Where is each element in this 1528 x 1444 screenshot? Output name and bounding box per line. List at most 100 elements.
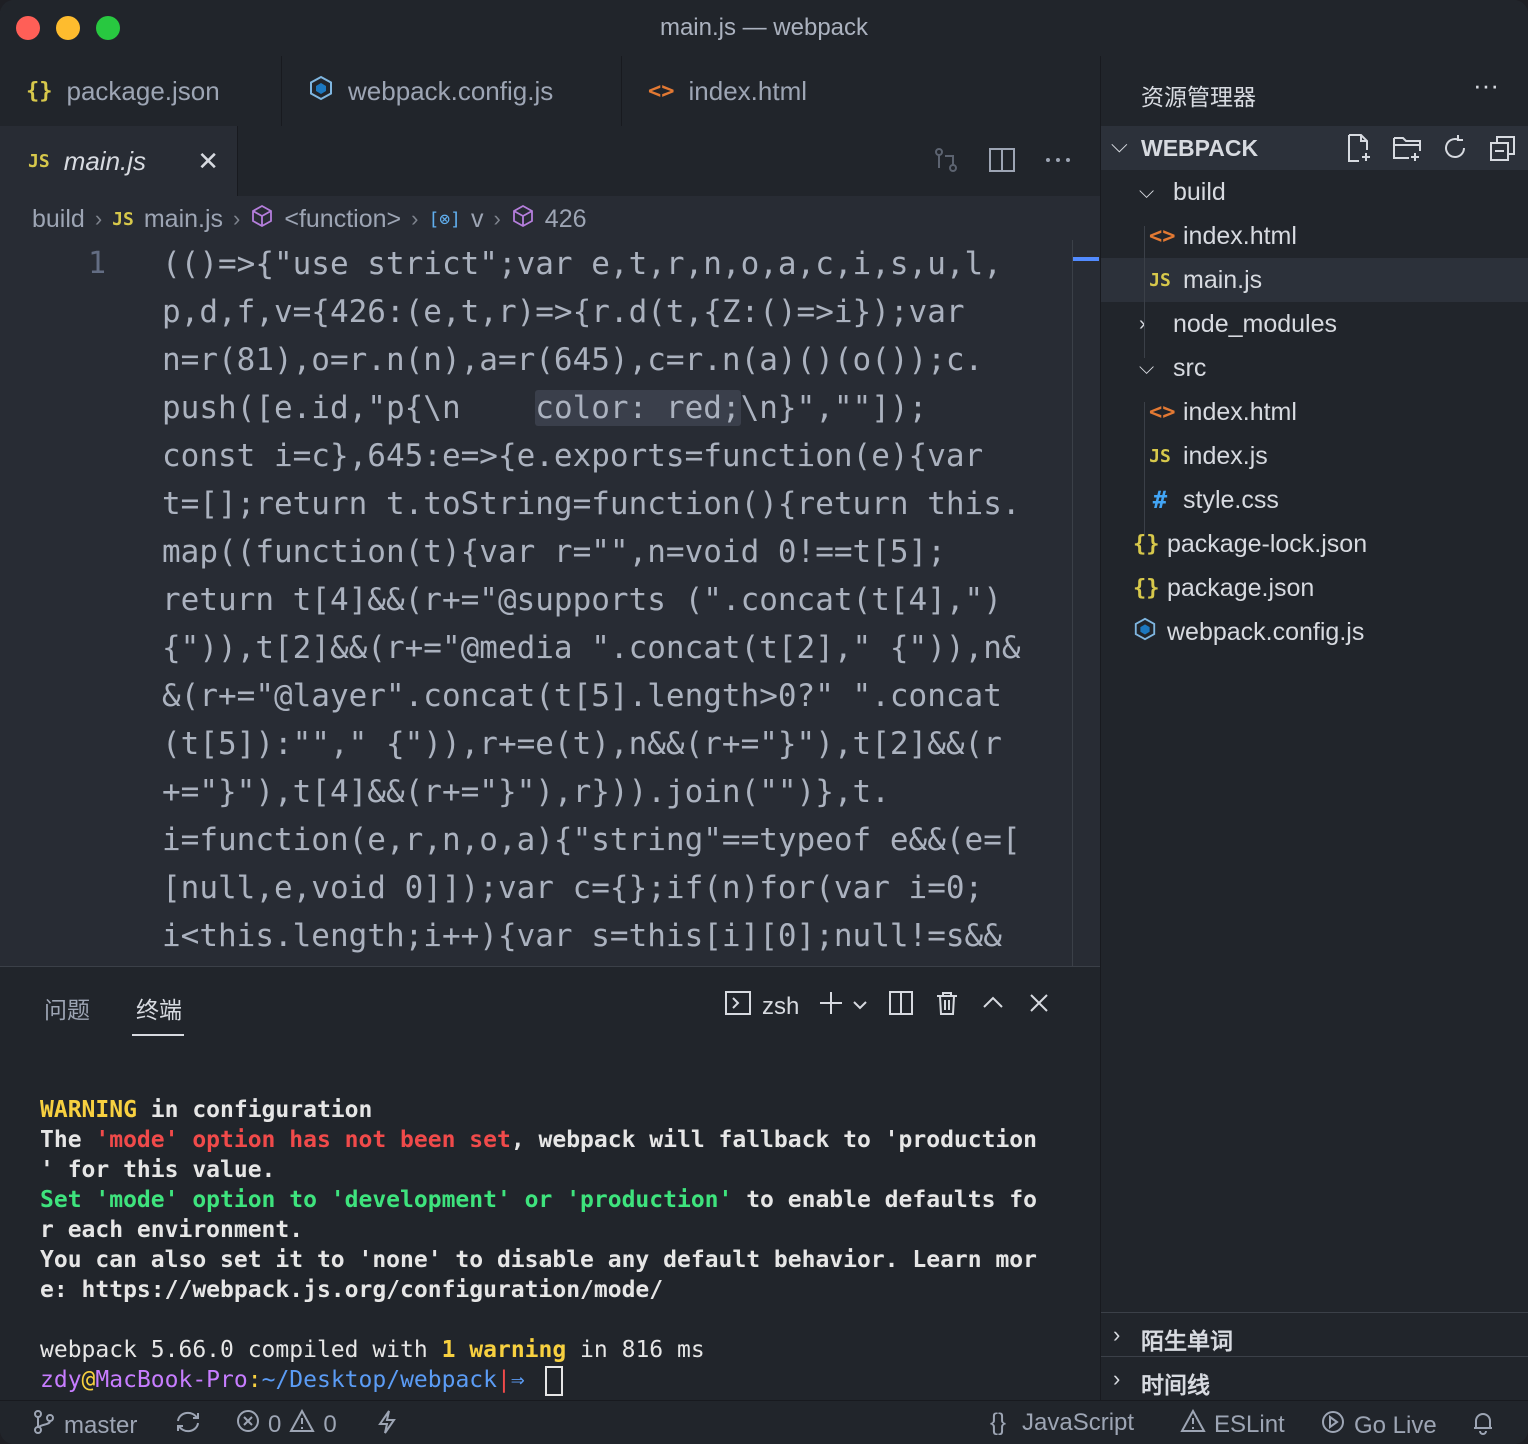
language-mode[interactable]: {} JavaScript [990,1409,1134,1437]
tab-label: main.js [63,145,147,176]
tree-folder-build[interactable]: ⌵ build [1101,170,1528,214]
tree-file-main-js[interactable]: JS main.js [1101,258,1528,302]
code-line: +="}"),t[4]&&(r+="}"),r})).join("")},t. [162,774,890,810]
terminal-success-text: Set 'mode' option to 'development' or 'p… [40,1187,733,1213]
collapse-all-icon[interactable] [1487,132,1519,169]
tree-label: style.css [1183,485,1279,514]
tree-file-package-json[interactable]: {} package.json [1101,566,1528,610]
close-tab-icon[interactable]: ✕ [197,146,219,177]
tab-index-html[interactable]: <> index.html [622,56,1100,126]
tree-file-package-lock-json[interactable]: {} package-lock.json [1101,522,1528,566]
js-icon: JS [1149,445,1171,467]
terminal-error-text: 'mode' option has not been set [95,1127,511,1153]
terminal-line: You can also set it to 'none' to disable… [40,1247,1037,1273]
tree-file-style-css[interactable]: # style.css [1101,478,1528,522]
breadcrumb-item[interactable]: v [471,205,484,234]
tab-bar-top: {} package.json webpack.config.js <> ind… [0,56,1100,127]
tab-main-js[interactable]: JS main.js ✕ [0,126,238,196]
tab-webpack-config[interactable]: webpack.config.js [282,56,622,126]
section-header-webpack[interactable]: ⌵ WEBPACK [1101,126,1528,170]
problems-indicator[interactable]: 0 0 [236,1408,337,1440]
error-count: 0 [268,1410,282,1438]
webpack-icon [308,75,334,108]
new-folder-icon[interactable] [1391,132,1423,169]
shell-name[interactable]: zsh [762,993,799,1021]
tree-file-build-index-html[interactable]: <> index.html [1101,214,1528,258]
terminal-line: ' for this value. [40,1157,276,1183]
json-icon: {} [1133,531,1160,557]
breadcrumb-item[interactable]: main.js [144,205,223,234]
breadcrumb-item[interactable]: 426 [545,205,587,234]
prompt-user: zdy [40,1367,82,1393]
tree-label: package.json [1167,573,1315,602]
code-line: [null,e,void 0]]);var c={};if(n)for(var … [162,870,984,906]
branch-indicator[interactable]: master [32,1409,137,1442]
tree-file-index-js[interactable]: JS index.js [1101,434,1528,478]
section-label: 陌生单词 [1141,1328,1233,1354]
chevron-down-icon[interactable] [851,993,869,1021]
section-header-vocabulary[interactable]: › 陌生单词 [1101,1312,1528,1357]
terminal-text: to enable defaults fo [732,1187,1037,1213]
eslint-status[interactable]: ESLint [1180,1408,1285,1440]
tab-package-json[interactable]: {} package.json [0,56,282,126]
terminal-cursor [544,1365,563,1396]
code-editor[interactable]: 1 (()=>{"use strict";var e,t,r,n,o,a,c,i… [0,242,1100,966]
broadcast-icon [1320,1409,1346,1442]
status-bar: master 0 0 {} JavaScript ESLint Go Live [0,1400,1528,1444]
html-icon: <> [648,78,675,104]
tree-label: package-lock.json [1167,529,1368,558]
branch-name: master [64,1411,138,1439]
terminal-text: in configuration [136,1097,373,1123]
code-line: (()=>{"use strict";var e,t,r,n,o,a,c,i,s… [162,246,1002,282]
trash-icon[interactable] [933,989,961,1024]
more-actions-icon[interactable]: ··· [1473,70,1499,101]
tree-label: index.html [1183,221,1297,250]
json-icon: {} [26,78,53,104]
tree-folder-src[interactable]: ⌵ src [1101,346,1528,390]
tab-terminal[interactable]: 终端 [136,991,182,1025]
git-branch-icon [32,1409,56,1442]
refresh-icon[interactable] [1439,132,1471,169]
tree-label: build [1173,177,1226,206]
json-icon: {} [1133,575,1160,601]
tree-label: node_modules [1173,309,1338,338]
terminal-line: e: https://webpack.js.org/configuration/… [40,1277,664,1303]
line-number: 1 [88,246,107,281]
breadcrumb-item[interactable]: build [32,205,85,234]
breadcrumb: build › JS main.js › <function> › [⊗] v … [0,196,1100,242]
tab-problems[interactable]: 问题 [44,991,90,1025]
editor-scrollbar[interactable] [1072,240,1101,966]
code-line: map((function(t){var r="",n=void 0!==t[5… [162,534,946,570]
sync-icon[interactable] [174,1409,202,1435]
split-editor-icon[interactable] [986,144,1018,181]
error-icon [236,1409,260,1440]
tree-label: webpack.config.js [1167,617,1365,646]
maximize-panel-icon[interactable] [979,989,1007,1024]
split-terminal-icon[interactable] [887,989,915,1024]
code-line: t=[];return t.toString=function(){return… [162,486,1021,522]
breadcrumb-item[interactable]: <function> [284,205,401,234]
tree-folder-node-modules[interactable]: › node_modules [1101,302,1528,346]
tree-file-src-index-html[interactable]: <> index.html [1101,390,1528,434]
vscode-window: main.js — webpack {} package.json webpac… [0,0,1528,1444]
notifications-bell-icon[interactable] [1470,1409,1496,1435]
tree-label: src [1173,353,1207,382]
braces-icon: {} [990,1409,1007,1436]
prompt-path: ~/Desktop/webpack [261,1367,497,1393]
more-actions-icon[interactable] [1042,144,1074,181]
add-terminal-icon[interactable] [817,989,845,1024]
go-live-button[interactable]: Go Live [1320,1409,1437,1442]
code-line: n=r(81),o=r.n(n),a=r(645),c=r.n(a)()(o()… [162,342,984,378]
indent-guide [1144,402,1145,534]
lightning-icon[interactable] [376,1409,398,1435]
terminal-prompt[interactable]: zdy@MacBook-Pro:~/Desktop/webpack|⇒ [40,1365,563,1396]
tree-label: main.js [1183,265,1263,294]
tree-file-webpack-config[interactable]: webpack.config.js [1101,610,1528,654]
section-header-timeline[interactable]: › 时间线 [1101,1356,1528,1401]
terminal-line: WARNING in configuration [40,1095,372,1125]
code-line: (t[5]):""," {")),r+=e(t),n&&(r+="}"),t[2… [162,726,1002,762]
new-file-icon[interactable] [1343,132,1375,169]
js-icon: JS [112,208,134,230]
close-panel-icon[interactable] [1025,989,1053,1024]
open-changes-icon[interactable] [930,144,962,181]
